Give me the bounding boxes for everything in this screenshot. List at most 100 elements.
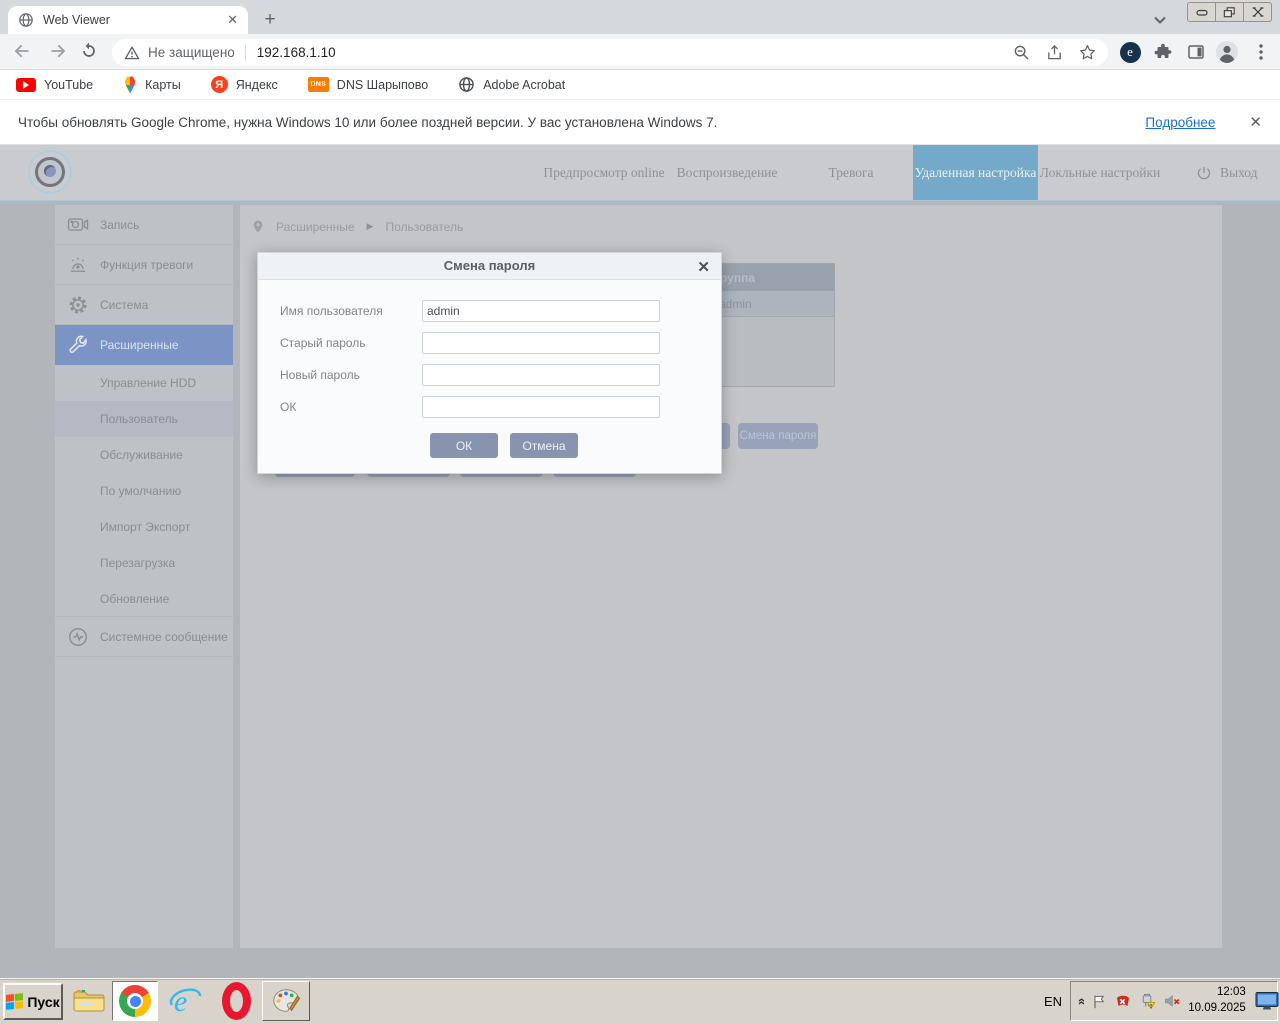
new-password-label: Новый пароль (280, 364, 360, 386)
modal-title: Смена пароля (258, 253, 721, 279)
forward-icon[interactable] (45, 40, 69, 64)
tab-search-chevron-icon[interactable] (1150, 10, 1172, 30)
location-pin-icon (252, 219, 264, 234)
power-icon (1196, 165, 1212, 181)
sidebar-item-import-export[interactable]: Импорт Экспорт (55, 509, 233, 545)
language-indicator[interactable]: EN (1044, 978, 1062, 1024)
browser-menu-kebab-icon[interactable] (1250, 41, 1272, 63)
modal-close-icon[interactable]: ✕ (697, 258, 710, 276)
tray-expand-chevron-icon[interactable]: » (1073, 997, 1088, 1004)
old-password-field[interactable] (422, 332, 660, 354)
siren-icon (66, 256, 90, 274)
new-password-field[interactable] (422, 364, 660, 386)
back-icon[interactable] (11, 40, 35, 64)
paint-taskbar-button[interactable] (262, 981, 310, 1021)
ie-tab-extension-icon[interactable]: e (1119, 41, 1141, 63)
nav-local-settings[interactable]: Локльные настройки (1040, 145, 1160, 200)
tray-time: 12:03 (1188, 985, 1246, 1001)
tray-clock[interactable]: 12:03 10.09.2025 (1188, 985, 1246, 1016)
restore-button[interactable] (1216, 3, 1244, 21)
browser-tab[interactable]: Web Viewer ✕ (8, 6, 248, 34)
internet-explorer-taskbar-icon[interactable]: e (166, 981, 206, 1021)
breadcrumb-arrow-icon: ▶ (367, 221, 374, 232)
sidebar-item-defaults[interactable]: По умолчанию (55, 473, 233, 509)
notification-text: Чтобы обновлять Google Chrome, нужна Win… (18, 115, 1145, 130)
bookmarks-bar: YouTube Карты Я Яндекс DNS DNS Шарыпово … (0, 70, 1280, 100)
globe-icon (458, 76, 475, 93)
wrench-icon (66, 334, 90, 356)
nav-preview-online[interactable]: Предпросмотр online (543, 145, 664, 200)
chrome-icon (119, 985, 151, 1017)
sidebar-item-maintenance[interactable]: Обслуживание (55, 437, 233, 473)
address-bar[interactable]: Не защищено 192.168.1.10 (112, 39, 1108, 66)
new-tab-button[interactable]: + (258, 9, 282, 33)
windows-flag-icon (6, 993, 23, 1011)
bookmark-maps[interactable]: Карты (123, 76, 181, 94)
youtube-icon (16, 78, 36, 92)
start-label: Пуск (27, 994, 59, 1010)
action-center-flag-icon[interactable] (1091, 993, 1107, 1010)
sidebar-item-system-message[interactable]: Системное сообщение (55, 617, 233, 657)
chrome-taskbar-button[interactable] (112, 981, 158, 1021)
profile-avatar[interactable] (1214, 39, 1240, 65)
safely-remove-hardware-icon[interactable] (1139, 992, 1156, 1010)
change-password-modal: Смена пароля ✕ Имя пользователя Старый п… (257, 252, 722, 474)
yandex-icon: Я (211, 76, 228, 93)
opera-taskbar-icon[interactable] (216, 981, 256, 1021)
nav-remote-settings[interactable]: Удаленная настройка (913, 145, 1038, 200)
notification-close-icon[interactable]: ✕ (1249, 113, 1262, 131)
breadcrumb-section[interactable]: Расширенные (276, 220, 355, 234)
paint-icon (271, 986, 301, 1016)
display-tray-icon[interactable] (1255, 991, 1279, 1011)
gear-icon (66, 294, 90, 316)
minimize-button[interactable] (1188, 3, 1216, 21)
tab-title: Web Viewer (43, 13, 227, 27)
extensions-puzzle-icon[interactable] (1152, 41, 1174, 63)
sidebar-item-record[interactable]: Запись (55, 205, 233, 245)
pulse-circle-icon (66, 626, 90, 648)
share-icon[interactable] (1046, 44, 1063, 61)
dns-icon: DNS (308, 77, 329, 92)
bookmark-yandex[interactable]: Я Яндекс (211, 76, 278, 93)
sidebar-item-alarm-function[interactable]: Функция тревоги (55, 245, 233, 285)
zoom-out-indicator-icon[interactable] (1013, 44, 1030, 61)
nav-alarm[interactable]: Тревога (828, 145, 873, 200)
start-button[interactable]: Пуск (3, 983, 63, 1020)
bookmark-acrobat[interactable]: Adobe Acrobat (458, 76, 565, 93)
bookmark-dns[interactable]: DNS DNS Шарыпово (308, 77, 428, 92)
maps-pin-icon (123, 76, 137, 94)
nav-logout[interactable]: Выход (1196, 145, 1258, 200)
reload-icon[interactable] (79, 41, 103, 65)
side-panel-icon[interactable] (1185, 41, 1207, 63)
opera-icon (222, 982, 251, 1020)
breadcrumb: Расширенные ▶ Пользователь (252, 219, 463, 234)
modal-cancel-button[interactable]: Отмена (510, 433, 578, 458)
bookmark-youtube[interactable]: YouTube (16, 78, 93, 92)
username-label: Имя пользователя (280, 300, 383, 322)
sidebar-item-advanced[interactable]: Расширенные (55, 325, 233, 365)
close-button[interactable] (1244, 3, 1271, 21)
tray-date: 10.09.2025 (1188, 1001, 1246, 1017)
username-field[interactable] (422, 300, 660, 322)
system-tray: » 12:03 10.09.2025 (1070, 981, 1278, 1021)
sidebar-item-system[interactable]: Система (55, 285, 233, 325)
sidebar-item-update[interactable]: Обновление (55, 581, 233, 617)
security-alert-icon[interactable] (1114, 992, 1132, 1010)
security-label[interactable]: Не защищено (148, 45, 235, 60)
sidebar-item-hdd-management[interactable]: Управление HDD (55, 365, 233, 401)
nav-playback[interactable]: Воспроизведение (677, 145, 778, 200)
breadcrumb-page[interactable]: Пользователь (385, 220, 463, 234)
sidebar-item-reboot[interactable]: Перезагрузка (55, 545, 233, 581)
confirm-password-field[interactable] (422, 396, 660, 418)
bookmark-star-icon[interactable] (1079, 44, 1096, 61)
url-text[interactable]: 192.168.1.10 (257, 45, 336, 60)
sidebar-item-user[interactable]: Пользователь (55, 401, 233, 437)
modal-ok-button[interactable]: ОК (430, 433, 498, 458)
notification-details-link[interactable]: Подробнее (1145, 115, 1215, 130)
confirm-password-label: ОК (280, 396, 296, 418)
chrome-update-notification: Чтобы обновлять Google Chrome, нужна Win… (0, 100, 1280, 145)
explorer-taskbar-icon[interactable] (70, 981, 108, 1021)
change-password-button-background[interactable]: Смена пароля (738, 423, 818, 449)
tab-close-icon[interactable]: ✕ (227, 12, 238, 28)
volume-muted-icon[interactable] (1163, 992, 1181, 1010)
